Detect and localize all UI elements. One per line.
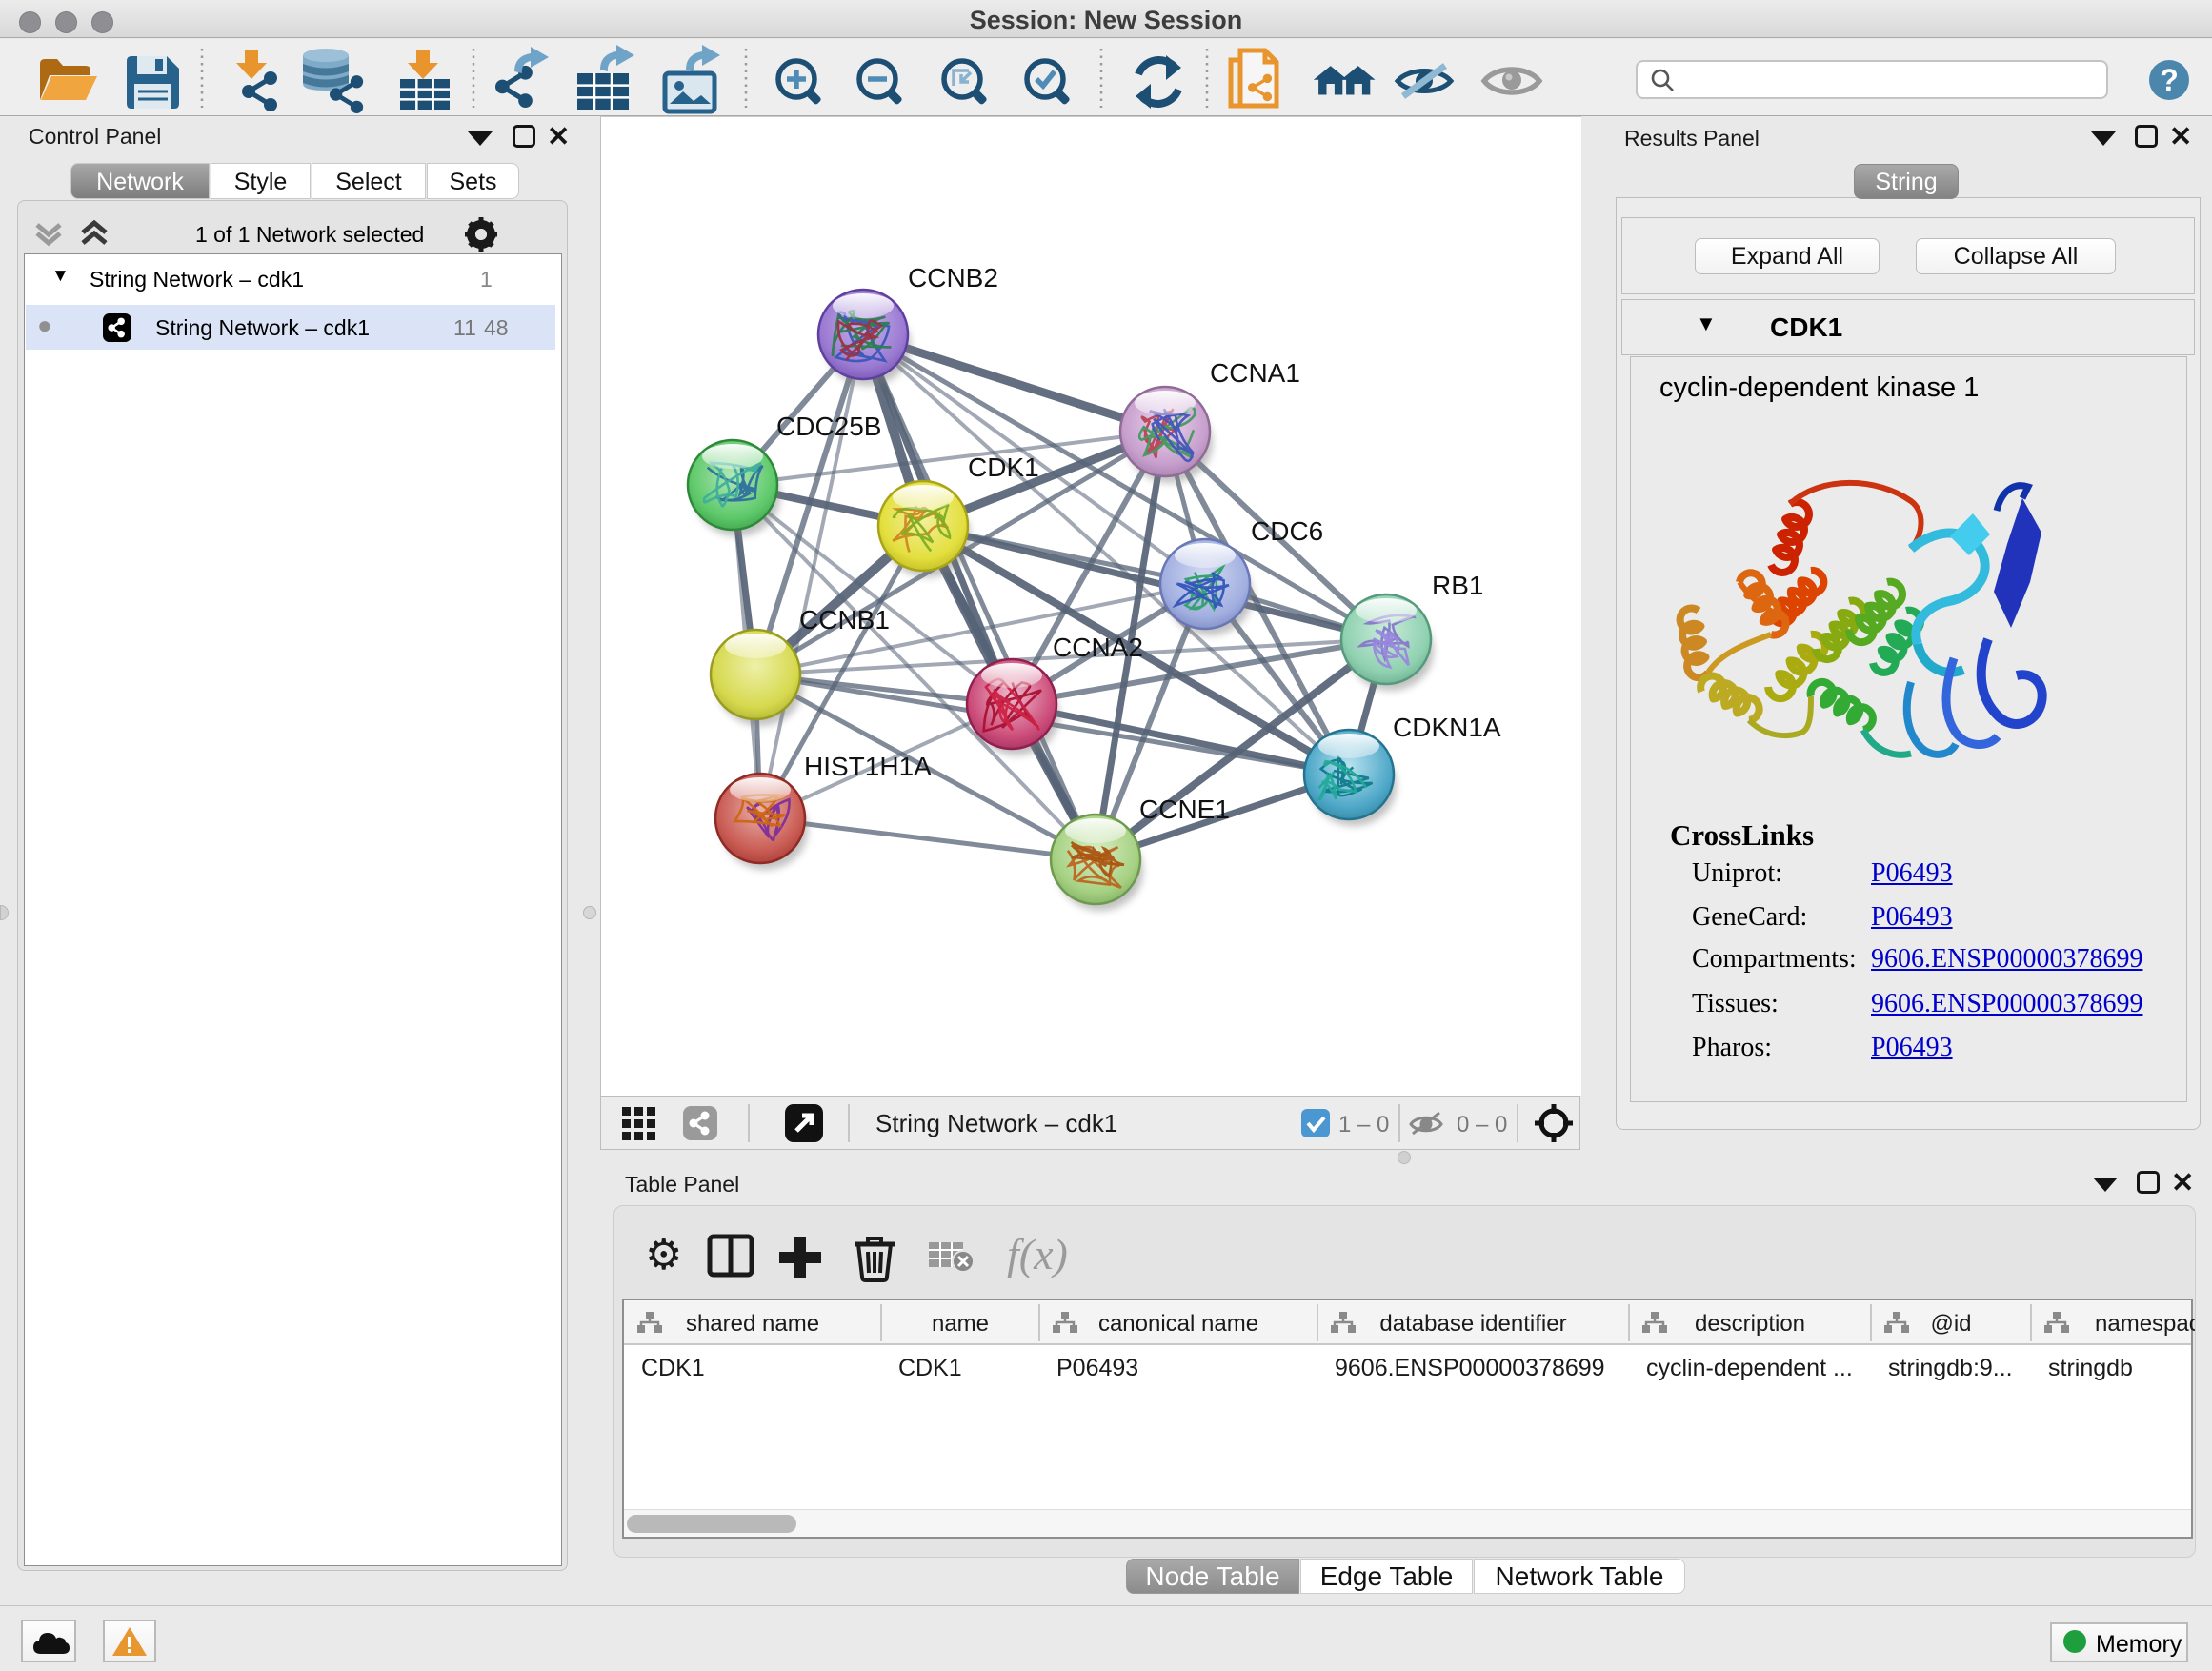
svg-text:f(x): f(x) bbox=[1007, 1230, 1068, 1278]
svg-text:@id: @id bbox=[1930, 1311, 1971, 1337]
svg-text:CDC25B: CDC25B bbox=[776, 412, 881, 441]
svg-text:CDK1: CDK1 bbox=[641, 1355, 705, 1381]
svg-text:CDK1: CDK1 bbox=[898, 1355, 962, 1381]
svg-text:namespace: namespace bbox=[2095, 1311, 2195, 1337]
svg-text:database identifier: database identifier bbox=[1379, 1311, 1566, 1337]
svg-text:CCNB2: CCNB2 bbox=[908, 263, 998, 292]
svg-text:CCNE1: CCNE1 bbox=[1139, 795, 1230, 824]
svg-text:CDC6: CDC6 bbox=[1251, 516, 1323, 546]
svg-text:9606.ENSP00000378699: 9606.ENSP00000378699 bbox=[1335, 1355, 1605, 1381]
svg-text:shared name: shared name bbox=[686, 1311, 819, 1337]
svg-text:canonical name: canonical name bbox=[1098, 1311, 1258, 1337]
svg-text:⚙: ⚙ bbox=[645, 1232, 682, 1278]
svg-text:1 – 0: 1 – 0 bbox=[1338, 1112, 1389, 1137]
svg-text:stringdb:9...: stringdb:9... bbox=[1888, 1355, 2013, 1381]
svg-text:RB1: RB1 bbox=[1432, 571, 1483, 600]
svg-text:HIST1H1A: HIST1H1A bbox=[804, 752, 932, 781]
svg-text:stringdb: stringdb bbox=[2048, 1355, 2133, 1381]
svg-text:cyclin-dependent ...: cyclin-dependent ... bbox=[1646, 1355, 1853, 1381]
svg-text:CCNA1: CCNA1 bbox=[1210, 358, 1300, 388]
svg-text:CDKN1A: CDKN1A bbox=[1393, 713, 1501, 742]
svg-text:String Network – cdk1: String Network – cdk1 bbox=[875, 1109, 1117, 1137]
svg-text:0 – 0: 0 – 0 bbox=[1457, 1112, 1507, 1137]
svg-text:CCNA2: CCNA2 bbox=[1053, 633, 1143, 662]
svg-text:description: description bbox=[1695, 1311, 1805, 1337]
svg-text:name: name bbox=[932, 1311, 989, 1337]
svg-text:CDK1: CDK1 bbox=[968, 453, 1039, 482]
svg-text:CCNB1: CCNB1 bbox=[799, 605, 890, 634]
svg-text:P06493: P06493 bbox=[1056, 1355, 1138, 1381]
